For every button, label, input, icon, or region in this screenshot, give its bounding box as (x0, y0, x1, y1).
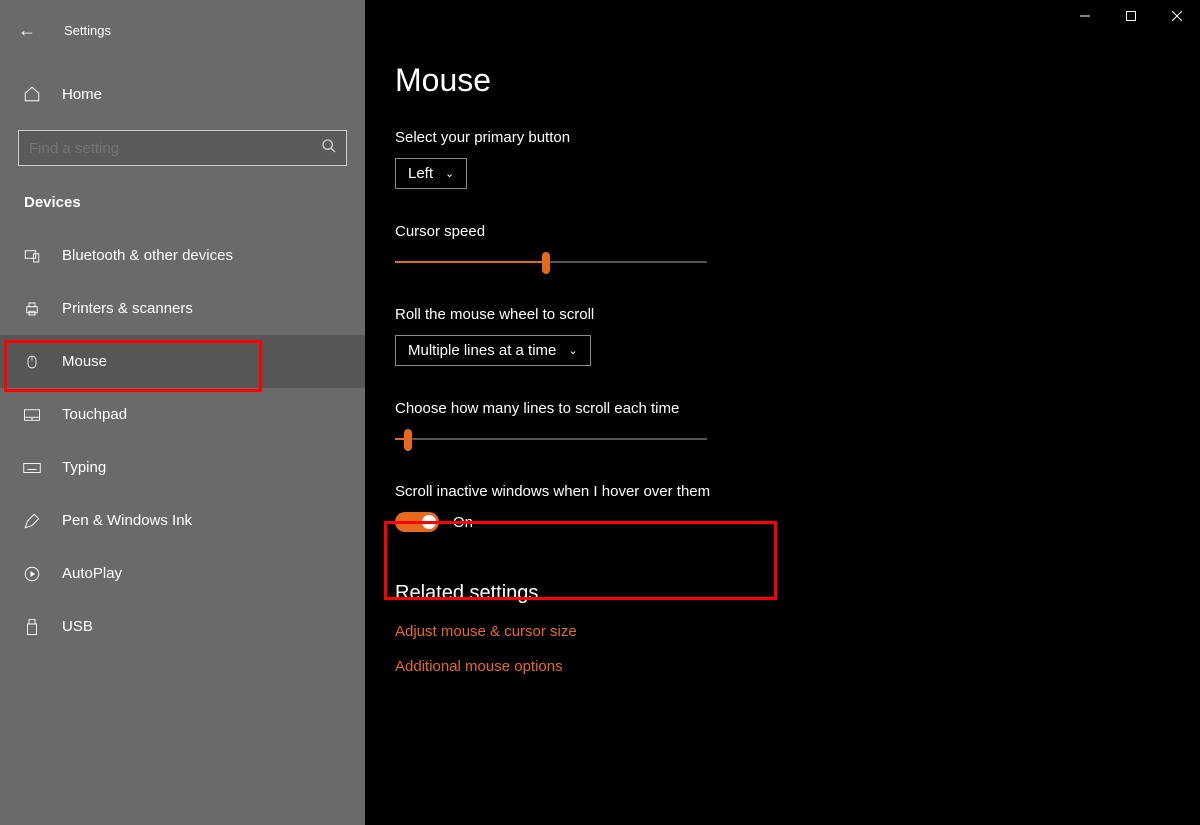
search-icon (321, 138, 337, 159)
sidebar-item-label: Printers & scanners (62, 300, 193, 317)
roll-dropdown[interactable]: Multiple lines at a time ⌄ (395, 335, 591, 366)
sidebar-item-autoplay[interactable]: AutoPlay (0, 547, 365, 600)
sidebar-item-label: Typing (62, 459, 106, 476)
sidebar-item-label: USB (62, 618, 93, 635)
home-icon (22, 85, 42, 103)
sidebar-home[interactable]: Home (0, 68, 365, 120)
scroll-inactive-label: Scroll inactive windows when I hover ove… (395, 483, 1200, 500)
home-label: Home (62, 86, 102, 103)
sidebar-item-printers[interactable]: Printers & scanners (0, 282, 365, 335)
settings-window: ← Settings Home Devices Bluetooth & othe… (0, 0, 1200, 825)
sidebar-item-label: AutoPlay (62, 565, 122, 582)
dropdown-value: Multiple lines at a time (408, 342, 556, 359)
pen-icon (22, 512, 42, 530)
touchpad-icon (22, 408, 42, 422)
related-heading: Related settings (395, 582, 1200, 605)
link-additional-mouse[interactable]: Additional mouse options (395, 658, 1200, 675)
dropdown-value: Left (408, 165, 433, 182)
sidebar-item-pen[interactable]: Pen & Windows Ink (0, 494, 365, 547)
usb-icon (22, 618, 42, 636)
cursor-speed-label: Cursor speed (395, 223, 1200, 240)
mouse-icon (22, 353, 42, 371)
primary-button-label: Select your primary button (395, 129, 1200, 146)
app-title: Settings (64, 23, 111, 38)
link-adjust-mouse[interactable]: Adjust mouse & cursor size (395, 623, 1200, 640)
lines-slider[interactable] (395, 429, 707, 449)
roll-label: Roll the mouse wheel to scroll (395, 306, 1200, 323)
sidebar-item-bluetooth[interactable]: Bluetooth & other devices (0, 229, 365, 282)
close-button[interactable] (1154, 0, 1200, 32)
sidebar-item-typing[interactable]: Typing (0, 441, 365, 494)
maximize-button[interactable] (1108, 0, 1154, 32)
page-title: Mouse (395, 62, 1200, 99)
search-input[interactable] (18, 130, 347, 166)
sidebar: ← Settings Home Devices Bluetooth & othe… (0, 0, 365, 825)
cursor-speed-slider[interactable] (395, 252, 707, 272)
scroll-inactive-toggle[interactable] (395, 512, 439, 532)
autoplay-icon (22, 565, 42, 583)
chevron-down-icon: ⌄ (445, 167, 454, 180)
chevron-down-icon: ⌄ (568, 344, 577, 357)
minimize-button[interactable] (1062, 0, 1108, 32)
sidebar-item-label: Pen & Windows Ink (62, 512, 192, 529)
sidebar-item-label: Touchpad (62, 406, 127, 423)
back-button[interactable]: ← (18, 20, 36, 41)
sidebar-item-usb[interactable]: USB (0, 600, 365, 653)
keyboard-icon (22, 462, 42, 474)
lines-label: Choose how many lines to scroll each tim… (395, 400, 1200, 417)
toggle-state: On (453, 514, 473, 531)
sidebar-category: Devices (0, 166, 365, 229)
main-content: Mouse Select your primary button Left ⌄ … (365, 0, 1200, 825)
sidebar-item-label: Mouse (62, 353, 107, 370)
sidebar-item-label: Bluetooth & other devices (62, 247, 233, 264)
sidebar-item-touchpad[interactable]: Touchpad (0, 388, 365, 441)
toggle-knob (422, 515, 436, 529)
devices-icon (22, 247, 42, 265)
window-controls (1062, 0, 1200, 32)
primary-button-dropdown[interactable]: Left ⌄ (395, 158, 467, 189)
printer-icon (22, 300, 42, 318)
sidebar-item-mouse[interactable]: Mouse (0, 335, 365, 388)
